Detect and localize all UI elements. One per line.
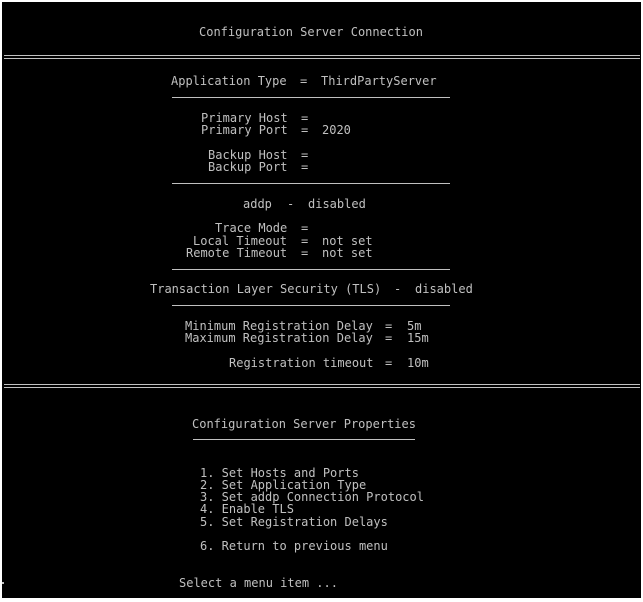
tls-status: disabled bbox=[415, 282, 473, 296]
menu-item-return[interactable]: 6. Return to previous menu bbox=[200, 539, 388, 553]
remote-timeout-label: Remote Timeout bbox=[186, 246, 288, 260]
primary-port-eq: = bbox=[301, 123, 309, 137]
tls-dash: - bbox=[394, 282, 402, 296]
application-type-value: ThirdPartyServer bbox=[321, 74, 437, 88]
double-divider bbox=[4, 387, 640, 388]
max-registration-delay-label: Maximum Registration Delay bbox=[185, 331, 373, 345]
remote-timeout-value: not set bbox=[322, 246, 373, 260]
application-type-label: Application Type bbox=[171, 74, 287, 88]
menu-item-set-registration-delays[interactable]: 5. Set Registration Delays bbox=[200, 515, 388, 529]
menu-item-enable-tls[interactable]: 4. Enable TLS bbox=[200, 502, 294, 516]
primary-port-label: Primary Port bbox=[201, 123, 288, 137]
section-divider bbox=[172, 97, 450, 98]
addp-label: addp bbox=[243, 197, 272, 211]
section-divider bbox=[172, 183, 450, 184]
backup-port-label: Backup Port bbox=[208, 160, 288, 174]
menu-prompt[interactable]: Select a menu item ... bbox=[179, 576, 338, 590]
application-type-eq: = bbox=[300, 74, 308, 88]
addp-dash: - bbox=[287, 197, 295, 211]
registration-timeout-label: Registration timeout bbox=[229, 356, 374, 370]
console-window: Configuration Server Connection Applicat… bbox=[2, 2, 641, 598]
double-divider bbox=[4, 58, 640, 59]
registration-timeout-value: 10m bbox=[407, 356, 429, 370]
max-registration-delay-eq: = bbox=[385, 331, 393, 345]
primary-port-value: 2020 bbox=[322, 123, 351, 137]
backup-port-eq: = bbox=[301, 160, 309, 174]
section-divider bbox=[172, 269, 450, 270]
cursor-marker bbox=[2, 582, 4, 584]
properties-underline bbox=[193, 439, 415, 440]
max-registration-delay-value: 15m bbox=[407, 331, 429, 345]
page-title: Configuration Server Connection bbox=[199, 25, 423, 39]
trace-mode-eq: = bbox=[301, 221, 309, 235]
remote-timeout-eq: = bbox=[301, 246, 309, 260]
registration-timeout-eq: = bbox=[385, 356, 393, 370]
double-divider bbox=[4, 55, 640, 56]
double-divider bbox=[4, 384, 640, 385]
section-divider bbox=[172, 305, 450, 306]
trace-mode-label: Trace Mode bbox=[215, 221, 288, 235]
properties-title: Configuration Server Properties bbox=[192, 417, 416, 431]
addp-status: disabled bbox=[308, 197, 366, 211]
tls-label: Transaction Layer Security (TLS) bbox=[150, 282, 382, 296]
